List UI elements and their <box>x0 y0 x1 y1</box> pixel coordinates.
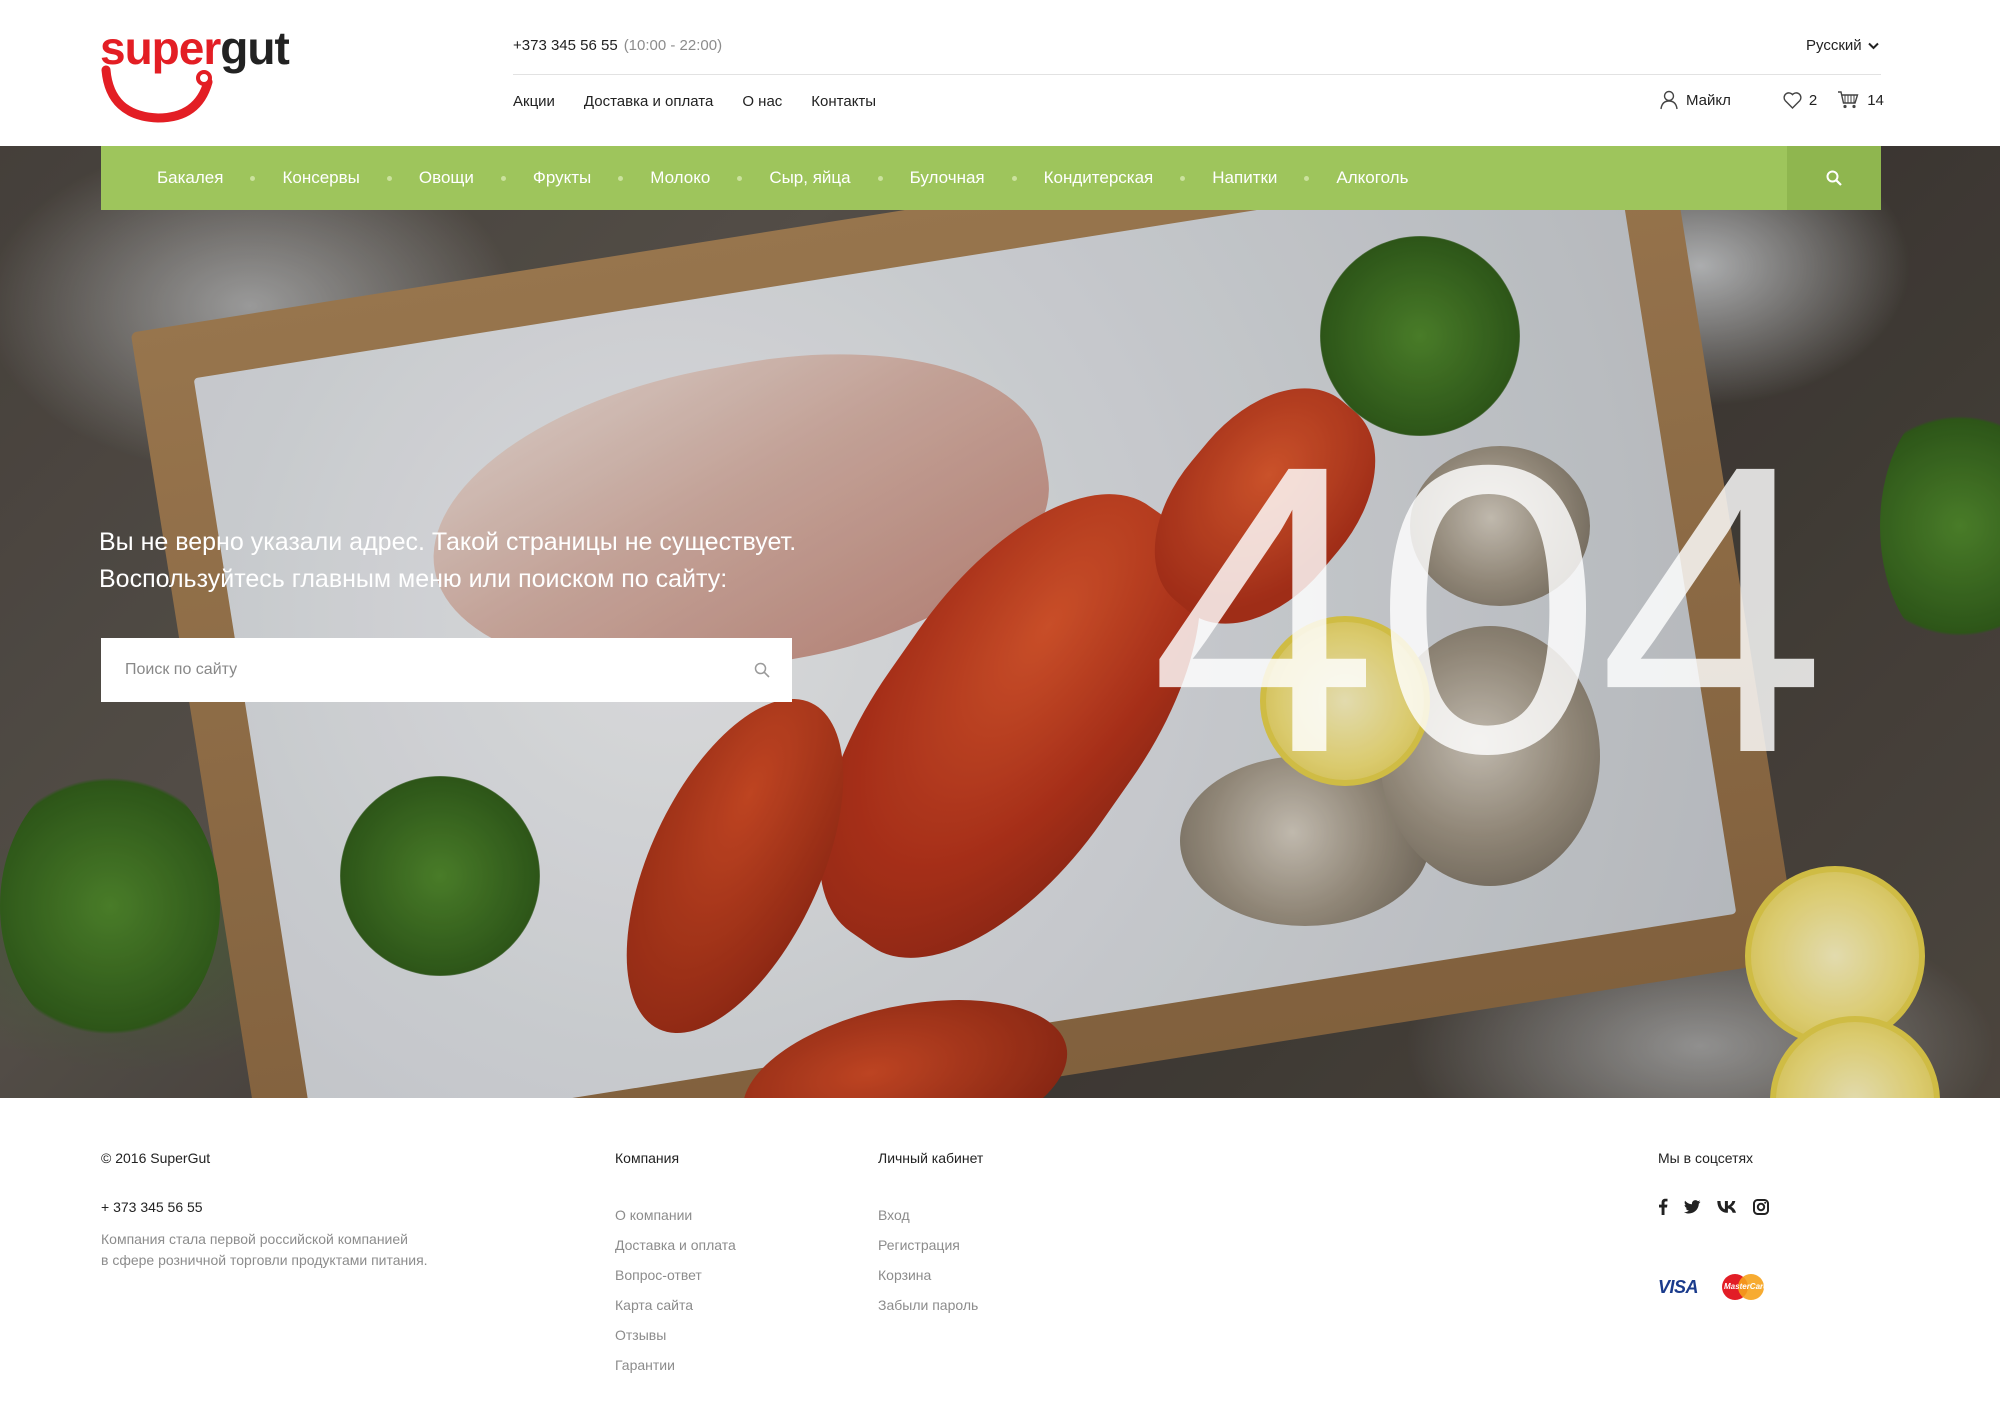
footer-link-delivery[interactable]: Доставка и оплата <box>615 1230 736 1260</box>
footer-column-title: Личный кабинет <box>878 1150 984 1166</box>
category-item[interactable]: Фрукты <box>533 168 591 188</box>
smile-icon <box>101 65 213 123</box>
facebook-icon[interactable] <box>1658 1198 1668 1215</box>
category-item[interactable]: Консервы <box>282 168 359 188</box>
footer-account-column: Личный кабинет Вход Регистрация Корзина … <box>878 1150 983 1320</box>
footer-link-about[interactable]: О компании <box>615 1200 736 1230</box>
site-search-input[interactable] <box>101 638 732 702</box>
category-separator <box>877 175 883 181</box>
description-line: Компания стала первой российской компани… <box>101 1231 408 1247</box>
error-message-line: Воспользуйтесь главным меню или поиском … <box>99 565 728 593</box>
user-icon <box>1660 90 1678 110</box>
favorites[interactable]: 2 <box>1783 92 1817 109</box>
category-separator <box>1304 175 1310 181</box>
social-title: Мы в соцсетях <box>1658 1150 1754 1166</box>
category-separator <box>386 175 392 181</box>
footer-phone[interactable]: + 373 345 56 55 <box>101 1199 203 1215</box>
instagram-icon[interactable] <box>1753 1198 1769 1215</box>
category-separator <box>737 175 743 181</box>
vk-icon[interactable] <box>1717 1200 1737 1213</box>
user-area: Майкл 2 14 <box>1660 90 1884 110</box>
footer-link-cart[interactable]: Корзина <box>878 1260 983 1290</box>
category-item[interactable]: Алкоголь <box>1336 168 1408 188</box>
category-item[interactable]: Кондитерская <box>1044 168 1154 188</box>
user-account[interactable]: Майкл <box>1660 90 1731 110</box>
heart-icon <box>1783 91 1802 109</box>
menu-item-delivery[interactable]: Доставка и оплата <box>584 93 713 110</box>
language-selector[interactable]: Русский <box>1806 37 1879 54</box>
footer-link-sitemap[interactable]: Карта сайта <box>615 1290 736 1320</box>
cart-icon <box>1838 91 1859 109</box>
cart[interactable]: 14 <box>1837 91 1884 109</box>
category-item[interactable]: Сыр, яйца <box>769 168 850 188</box>
footer-column-title: Компания <box>615 1150 680 1166</box>
footer-link-guarantees[interactable]: Гарантии <box>615 1350 736 1380</box>
working-hours: (10:00 - 22:00) <box>623 37 723 54</box>
contact-phone: +373 345 56 55 (10:00 - 22:00) <box>513 37 722 54</box>
site-search <box>101 638 792 702</box>
phone-number[interactable]: +373 345 56 55 <box>513 37 618 54</box>
footer-link-register[interactable]: Регистрация <box>878 1230 983 1260</box>
category-bar: Бакалея Консервы Овощи Фрукты Молоко Сыр, яйц… <box>101 146 1881 210</box>
category-list: Бакалея Консервы Овощи Фрукты Молоко Сыр, яйц… <box>101 168 1408 188</box>
category-item[interactable]: Бакалея <box>157 168 223 188</box>
company-description: Компания стала первой российской компани… <box>101 1229 461 1271</box>
copyright: © 2016 SuperGut <box>101 1150 211 1166</box>
footer-link-faq[interactable]: Вопрос-ответ <box>615 1260 736 1290</box>
category-item[interactable]: Молоко <box>650 168 710 188</box>
site-footer: © 2016 SuperGut + 373 345 56 55 Компания… <box>0 1098 2000 1423</box>
twitter-icon[interactable] <box>1684 1199 1701 1214</box>
menu-item-contacts[interactable]: Контакты <box>811 93 876 110</box>
category-item[interactable]: Напитки <box>1212 168 1277 188</box>
search-icon <box>1826 170 1842 186</box>
chevron-down-icon <box>1867 42 1879 49</box>
category-separator <box>500 175 506 181</box>
error-message: Вы не верно указали адрес. Такой страниц… <box>99 524 859 598</box>
cart-count: 14 <box>1867 91 1884 109</box>
category-search-button[interactable] <box>1787 146 1881 210</box>
hero-background: 404 <box>0 146 2000 1098</box>
error-code: 404 <box>1150 380 1826 838</box>
description-line: в сфере розничной торговли продуктами пи… <box>101 1252 428 1268</box>
footer-company-column: Компания О компании Доставка и оплата Во… <box>615 1150 736 1380</box>
category-separator <box>1011 175 1017 181</box>
favorites-count: 2 <box>1808 91 1818 109</box>
category-separator <box>618 175 624 181</box>
payment-methods: VISA MasterCard <box>1658 1274 1768 1300</box>
menu-item-promotions[interactable]: Акции <box>513 93 555 110</box>
category-separator <box>250 175 256 181</box>
footer-link-login[interactable]: Вход <box>878 1200 983 1230</box>
top-menu: Акции Доставка и оплата О нас Контакты <box>513 93 905 110</box>
site-header: supergut +373 345 56 55 (10:00 - 22:00) Р… <box>0 0 2000 146</box>
category-separator <box>1180 175 1186 181</box>
site-search-button[interactable] <box>732 662 792 678</box>
visa-logo: VISA <box>1658 1276 1699 1297</box>
footer-link-forgot-password[interactable]: Забыли пароль <box>878 1290 983 1320</box>
footer-link-reviews[interactable]: Отзывы <box>615 1320 736 1350</box>
social-links <box>1658 1198 1769 1215</box>
menu-item-about[interactable]: О нас <box>742 93 782 110</box>
logo[interactable]: supergut <box>100 22 290 123</box>
language-label: Русский <box>1806 37 1862 54</box>
category-item[interactable]: Овощи <box>419 168 474 188</box>
search-icon <box>754 662 770 678</box>
user-name: Майкл <box>1686 91 1731 109</box>
category-item[interactable]: Булочная <box>910 168 985 188</box>
header-divider <box>513 74 1881 75</box>
mastercard-logo: MasterCard <box>1722 1274 1768 1300</box>
error-message-line: Вы не верно указали адрес. Такой страниц… <box>99 528 797 556</box>
